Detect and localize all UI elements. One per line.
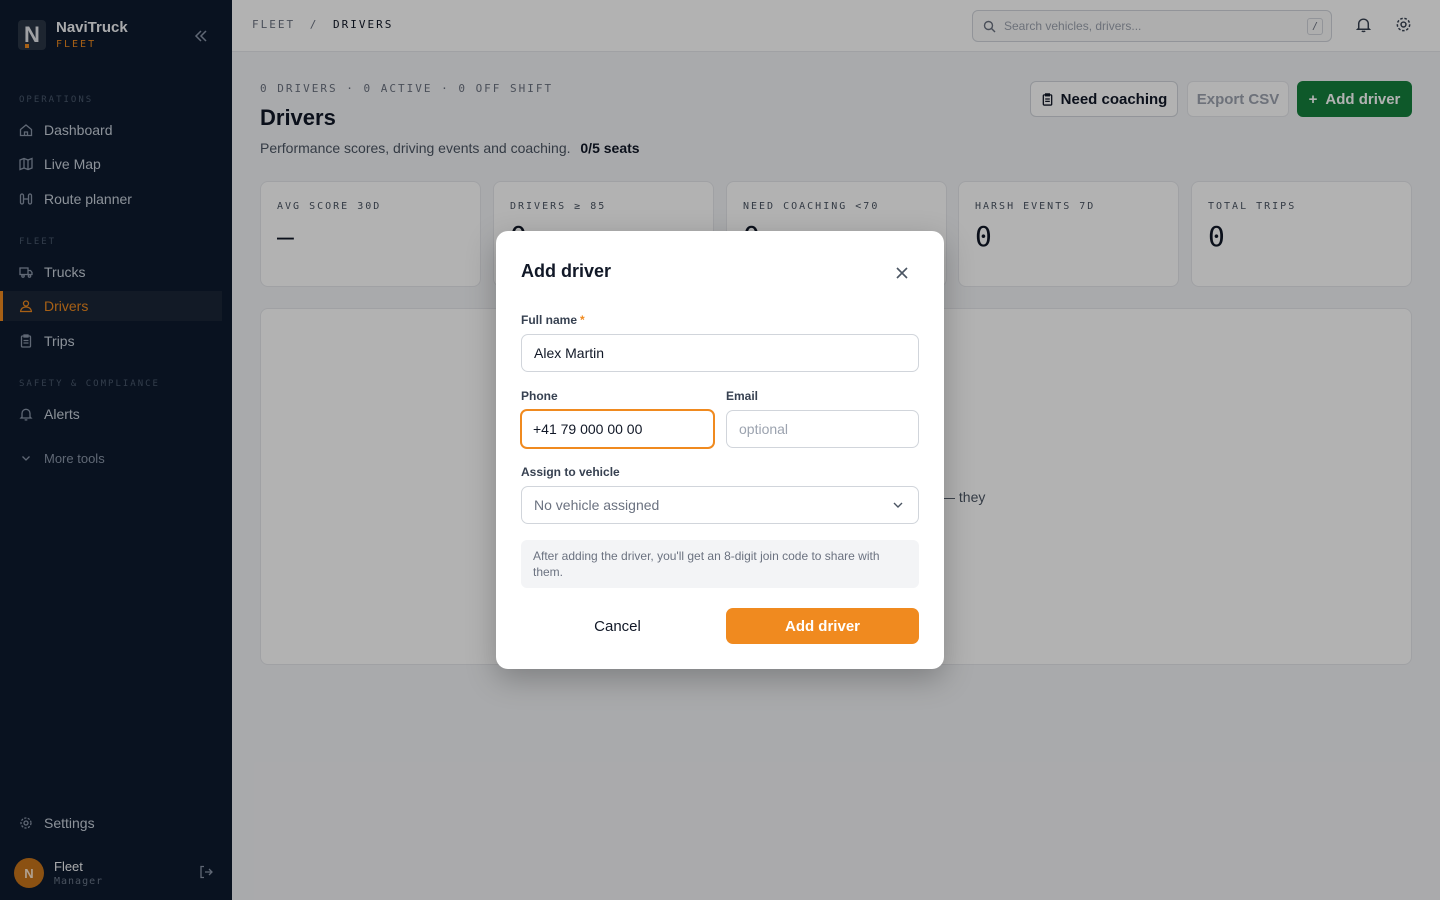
phone-label: Phone: [521, 389, 558, 403]
phone-field[interactable]: [520, 409, 715, 449]
email-label: Email: [726, 389, 759, 403]
full-name-label: Full name *: [521, 313, 585, 327]
required-marker: *: [580, 313, 585, 327]
close-icon[interactable]: [892, 263, 912, 283]
cancel-button[interactable]: Cancel: [521, 608, 714, 644]
vehicle-select-value: No vehicle assigned: [534, 497, 660, 513]
vehicle-label: Assign to vehicle: [521, 465, 620, 479]
join-code-hint: After adding the driver, you'll get an 8…: [521, 540, 919, 588]
email-field[interactable]: [726, 410, 919, 448]
full-name-label-text: Full name: [521, 313, 578, 327]
dialog-title: Add driver: [521, 261, 612, 281]
chevron-down-icon: [892, 499, 904, 511]
vehicle-select[interactable]: No vehicle assigned: [521, 486, 919, 524]
submit-add-driver-button[interactable]: Add driver: [726, 608, 919, 644]
add-driver-dialog: Add driver Full name* Phone Email Assign…: [496, 231, 944, 669]
full-name-field[interactable]: [521, 334, 919, 372]
